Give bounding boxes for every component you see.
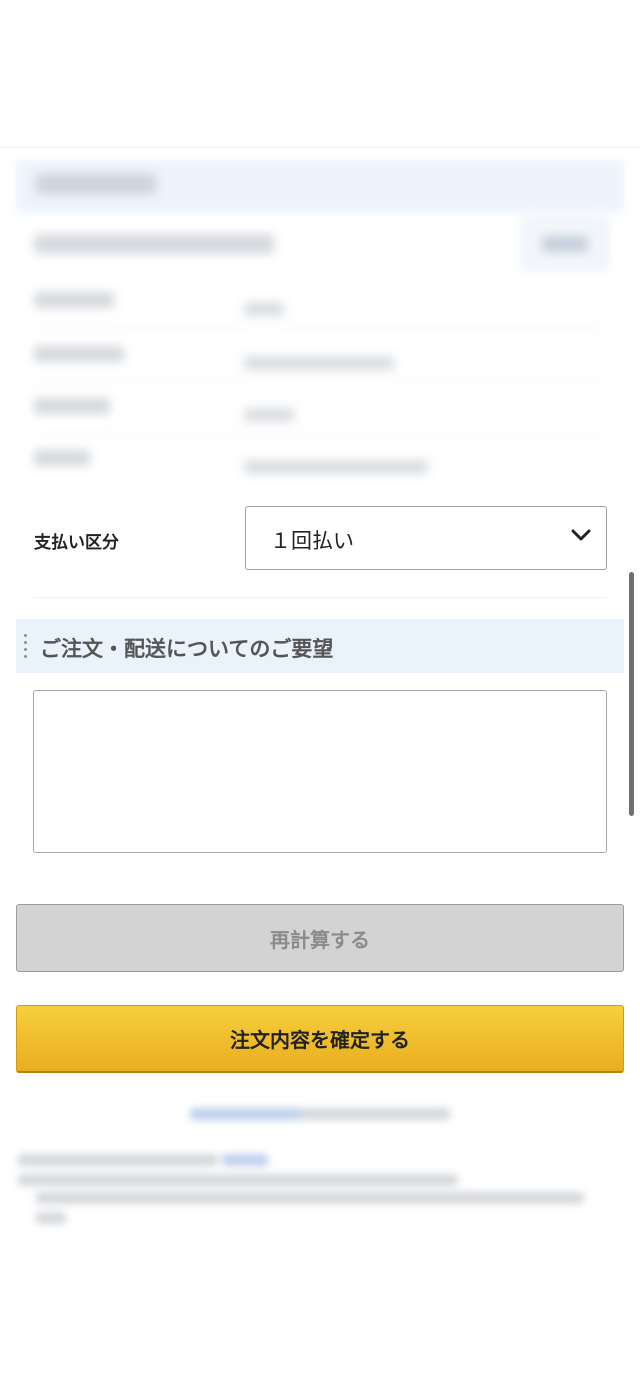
footer-notes-blurred xyxy=(0,1098,640,1238)
vertical-dots-icon xyxy=(24,634,28,660)
blurred-row xyxy=(34,446,606,486)
blurred-text xyxy=(18,1154,218,1166)
payment-method-section-blurred xyxy=(0,150,640,500)
blurred-text xyxy=(36,1192,584,1204)
payment-division-row: 支払い区分 １回払い xyxy=(0,502,640,600)
blurred-text xyxy=(300,1108,450,1120)
order-confirmation-page: 支払い区分 １回払い ご注文・配送についてのご要望 再計算する 注文内容を確定す… xyxy=(0,0,640,1387)
blurred-text xyxy=(244,460,428,474)
delivery-request-textarea[interactable] xyxy=(33,690,607,853)
confirm-order-button[interactable]: 注文内容を確定する xyxy=(16,1005,624,1073)
header-area xyxy=(0,0,640,148)
blurred-text xyxy=(244,302,284,316)
blurred-link[interactable] xyxy=(222,1154,268,1166)
blurred-text xyxy=(244,408,294,422)
chevron-down-icon xyxy=(571,529,591,541)
change-payment-button[interactable] xyxy=(522,218,608,270)
recalculate-button-label: 再計算する xyxy=(270,927,370,952)
blurred-text xyxy=(34,292,114,308)
payment-division-selected-value: １回払い xyxy=(270,529,354,553)
blurred-row xyxy=(34,288,606,328)
blurred-text xyxy=(34,346,124,362)
blurred-text xyxy=(18,1174,458,1186)
payment-division-select[interactable]: １回払い xyxy=(245,506,607,570)
blurred-text xyxy=(34,398,110,414)
blurred-row xyxy=(34,342,606,382)
bottom-area xyxy=(0,1240,640,1387)
request-section-header: ご注文・配送についてのご要望 xyxy=(16,619,624,673)
confirm-order-button-label: 注文内容を確定する xyxy=(230,1028,410,1052)
blurred-row xyxy=(34,394,606,434)
request-section-title: ご注文・配送についてのご要望 xyxy=(40,637,334,661)
blurred-text xyxy=(36,1212,66,1224)
payment-division-label: 支払い区分 xyxy=(34,533,119,553)
blurred-text xyxy=(244,356,394,370)
blurred-text xyxy=(542,236,588,252)
blurred-text xyxy=(34,450,90,466)
recalculate-button[interactable]: 再計算する xyxy=(16,904,624,972)
divider xyxy=(34,597,606,598)
blurred-text xyxy=(36,174,156,194)
scrollbar[interactable] xyxy=(629,572,634,816)
blurred-link[interactable] xyxy=(190,1108,300,1120)
blurred-text xyxy=(34,234,274,254)
